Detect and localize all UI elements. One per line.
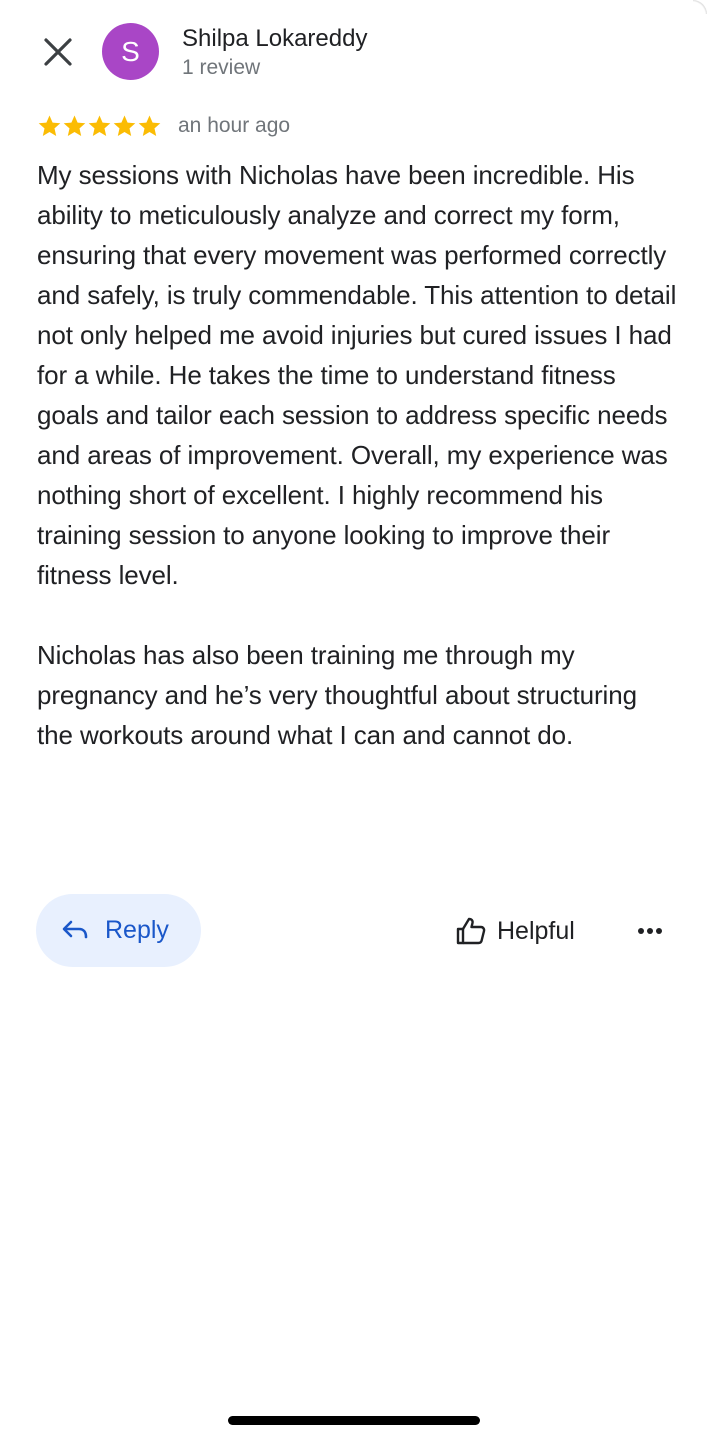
- rating-row: an hour ago: [37, 110, 290, 142]
- close-button[interactable]: [34, 28, 82, 76]
- star-rating: [37, 114, 162, 138]
- helpful-button[interactable]: Helpful: [455, 906, 575, 956]
- author-review-count: 1 review: [182, 56, 261, 79]
- reply-label: Reply: [105, 916, 169, 944]
- review-text: My sessions with Nicholas have been incr…: [37, 155, 677, 755]
- star-icon: [88, 115, 111, 136]
- star-icon: [113, 115, 136, 136]
- avatar-letter: S: [121, 35, 140, 67]
- review-header: S Shilpa Lokareddy 1 review: [0, 0, 707, 100]
- star-icon: [63, 115, 86, 136]
- home-indicator[interactable]: [228, 1416, 480, 1425]
- review-time: an hour ago: [178, 114, 291, 137]
- review-paragraph: My sessions with Nicholas have been incr…: [37, 160, 677, 590]
- thumbs-up-icon: [456, 917, 486, 945]
- avatar[interactable]: S: [102, 23, 159, 80]
- more-options-button[interactable]: [630, 912, 670, 950]
- close-icon: [44, 38, 72, 66]
- author-name[interactable]: Shilpa Lokareddy: [182, 24, 367, 54]
- more-horizontal-icon: [638, 928, 662, 934]
- helpful-label: Helpful: [497, 916, 575, 945]
- star-icon: [138, 115, 161, 136]
- star-icon: [38, 115, 61, 136]
- review-paragraph: Nicholas has also been training me throu…: [37, 640, 637, 750]
- reply-button[interactable]: Reply: [36, 894, 201, 967]
- reply-arrow-icon: [62, 920, 88, 939]
